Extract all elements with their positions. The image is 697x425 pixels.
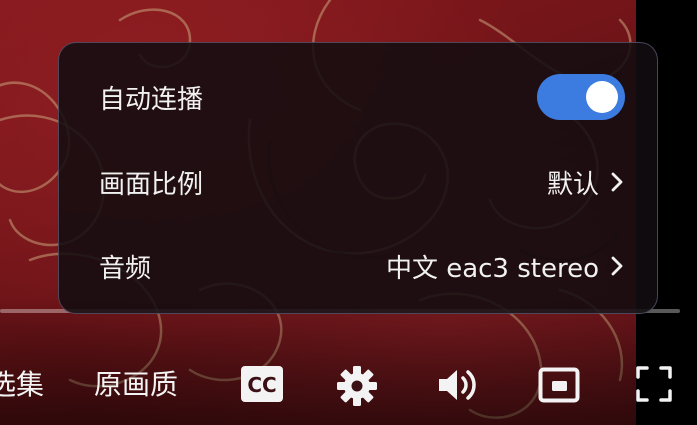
control-bar: 选集 原画质 CC [0, 355, 697, 415]
audio-label: 音频 [99, 253, 152, 284]
picture-in-picture-icon[interactable] [538, 367, 580, 403]
audio-row[interactable]: 音频 中文 eac3 stereo [59, 236, 657, 296]
audio-value-group: 中文 eac3 stereo [386, 248, 625, 285]
gear-icon[interactable] [336, 365, 378, 407]
episodes-button[interactable]: 选集 [0, 363, 44, 403]
settings-panel: 自动连播 画面比例 默认 音频 中文 eac3 stereo [58, 42, 658, 314]
toggle-knob [586, 81, 618, 113]
cc-icon[interactable]: CC [241, 366, 283, 402]
autoplay-toggle[interactable] [537, 74, 625, 120]
autoplay-row[interactable]: 自动连播 [59, 67, 657, 127]
chevron-right-icon [609, 171, 625, 193]
quality-button[interactable]: 原画质 [94, 363, 178, 403]
aspect-ratio-label: 画面比例 [99, 169, 204, 200]
autoplay-label: 自动连播 [99, 84, 204, 115]
volume-icon[interactable] [436, 366, 480, 404]
aspect-ratio-row[interactable]: 画面比例 默认 [59, 152, 657, 212]
chevron-right-icon [609, 255, 625, 277]
video-player: 自动连播 画面比例 默认 音频 中文 eac3 stereo 选集 原画质 CC [0, 0, 697, 425]
aspect-ratio-value-group: 默认 [547, 164, 625, 201]
svg-text:CC: CC [247, 373, 276, 397]
audio-value: 中文 eac3 stereo [385, 253, 599, 284]
aspect-ratio-value: 默认 [546, 169, 599, 200]
fullscreen-icon[interactable] [636, 366, 672, 402]
